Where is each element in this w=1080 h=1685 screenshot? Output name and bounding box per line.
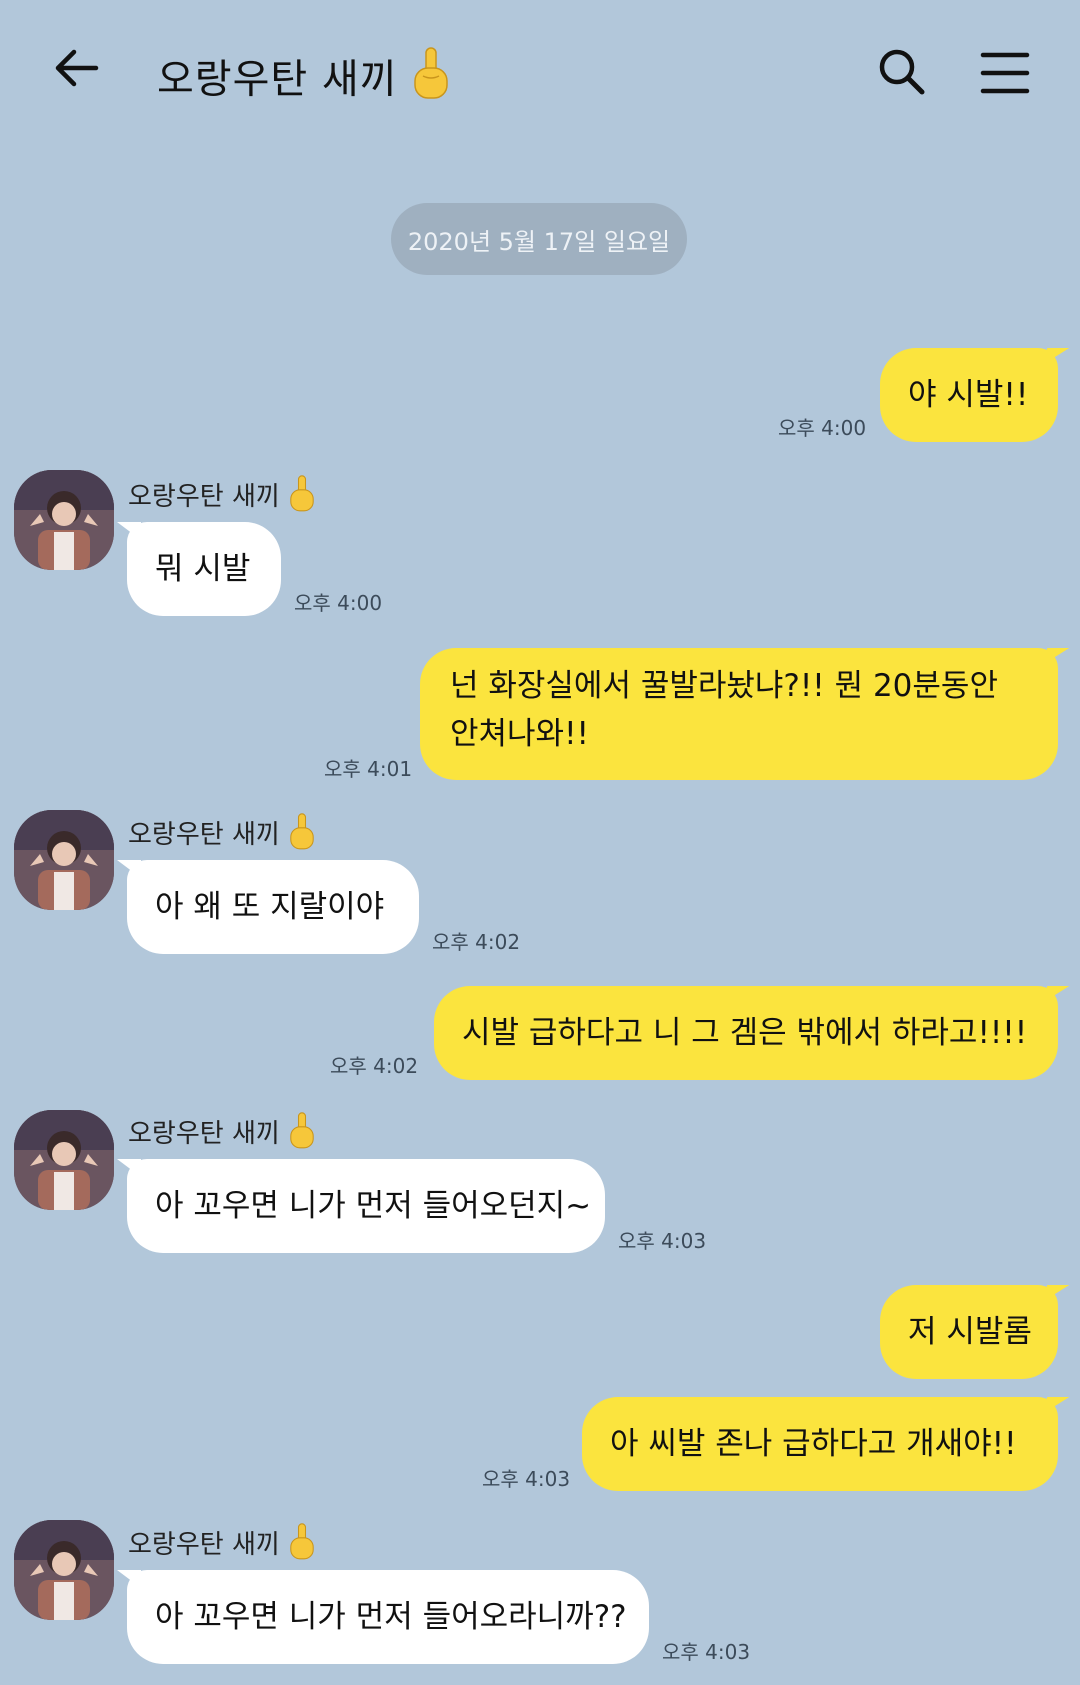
- middle-finger-emoji-icon: [411, 46, 451, 117]
- message-line: 넌 화장실에서 꿀발라놨냐?!! 뭔 20분동안: [450, 668, 998, 704]
- message-time: 오후 4:02: [432, 930, 521, 954]
- search-icon[interactable]: [876, 46, 928, 98]
- middle-finger-emoji-icon: [288, 1111, 316, 1158]
- other-message-bubble[interactable]: 아 왜 또 지랄이야: [117, 860, 419, 954]
- middle-finger-emoji-icon: [288, 474, 316, 521]
- message-time: 오후 4:00: [778, 416, 867, 440]
- my-message-bubble[interactable]: 야 시발!!: [880, 348, 1058, 442]
- other-message-bubble[interactable]: 뭐 시발: [117, 522, 281, 616]
- menu-icon[interactable]: [980, 50, 1030, 96]
- sender-name: 오랑우탄 새끼: [128, 1111, 316, 1158]
- sender-name-text: 오랑우탄 새끼: [128, 482, 280, 512]
- my-message-bubble[interactable]: 넌 화장실에서 꿀발라놨냐?!! 뭔 20분동안 안쳐나와!!: [420, 648, 1058, 780]
- message-time: 오후 4:03: [618, 1229, 707, 1253]
- message-time: 오후 4:03: [482, 1467, 571, 1491]
- avatar[interactable]: [14, 470, 114, 570]
- sender-name-text: 오랑우탄 새끼: [128, 1119, 280, 1149]
- sender-name: 오랑우탄 새끼: [128, 1522, 316, 1569]
- message-time: 오후 4:02: [330, 1054, 419, 1078]
- profile-photo-icon: [14, 1110, 114, 1210]
- chat-header: 오랑우탄 새끼: [0, 0, 1080, 150]
- profile-photo-icon: [14, 810, 114, 910]
- sender-name: 오랑우탄 새끼: [128, 812, 316, 859]
- avatar[interactable]: [14, 1520, 114, 1620]
- profile-photo-icon: [14, 1520, 114, 1620]
- middle-finger-emoji-icon: [288, 812, 316, 859]
- date-divider: 2020년 5월 17일 일요일: [391, 203, 687, 275]
- avatar[interactable]: [14, 810, 114, 910]
- my-message-bubble[interactable]: 시발 급하다고 니 그 겜은 밖에서 하라고!!!!: [434, 986, 1058, 1080]
- profile-photo-icon: [14, 470, 114, 570]
- chat-title: 오랑우탄 새끼: [157, 46, 451, 117]
- sender-name-text: 오랑우탄 새끼: [128, 1530, 280, 1560]
- message-time: 오후 4:01: [324, 757, 413, 781]
- middle-finger-emoji-icon: [288, 1522, 316, 1569]
- avatar[interactable]: [14, 1110, 114, 1210]
- sender-name: 오랑우탄 새끼: [128, 474, 316, 521]
- chat-title-text: 오랑우탄 새끼: [157, 56, 398, 103]
- message-time: 오후 4:00: [294, 591, 383, 615]
- other-message-bubble[interactable]: 아 꼬우면 니가 먼저 들어오던지~: [117, 1159, 605, 1253]
- my-message-bubble[interactable]: 저 시발롬: [880, 1285, 1058, 1379]
- sender-name-text: 오랑우탄 새끼: [128, 820, 280, 850]
- message-time: 오후 4:03: [662, 1640, 751, 1664]
- back-arrow-icon[interactable]: [50, 42, 102, 94]
- message-line: 안쳐나와!!: [450, 716, 589, 752]
- other-message-bubble[interactable]: 아 꼬우면 니가 먼저 들어오라니까??: [117, 1570, 649, 1664]
- my-message-bubble[interactable]: 아 씨발 존나 급하다고 개새야!!: [582, 1397, 1058, 1491]
